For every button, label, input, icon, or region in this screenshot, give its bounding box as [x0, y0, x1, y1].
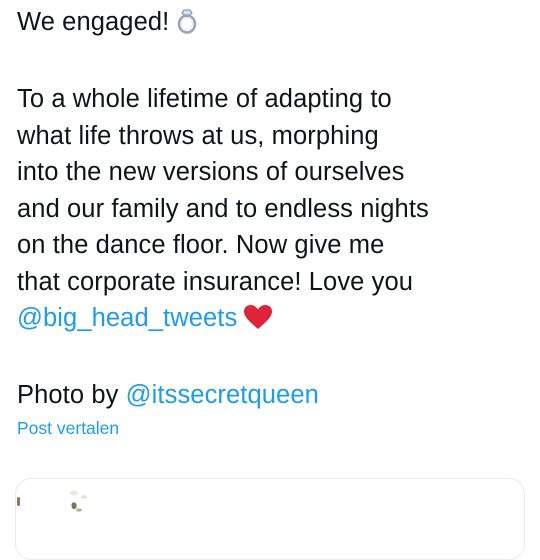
mention-photographer-link[interactable]: @itssecretqueen	[126, 381, 319, 409]
mention-partner-link[interactable]: @big_head_tweets	[17, 304, 237, 332]
tweet-line-1: We engaged!	[17, 4, 527, 45]
tweet-body-line: To a whole lifetime of adapting to	[17, 85, 392, 113]
tweet-body-line: and our family and to endless nights	[17, 194, 429, 223]
tweet: We engaged! To a whole lifetime of adapt…	[17, 4, 527, 414]
red-heart-icon	[243, 304, 273, 341]
tweet-mention-line: @big_head_tweets	[17, 300, 527, 341]
photo-credit-prefix: Photo by	[17, 381, 119, 409]
media-edge-detail-icon	[16, 495, 22, 513]
tweet-body-line: into the new versions of ourselves	[17, 158, 405, 186]
media-thumbnail-detail-icon	[64, 485, 100, 520]
tweet-text: We engaged! To a whole lifetime of adapt…	[17, 4, 527, 414]
tweet-body-line: that corporate insurance! Love you	[17, 267, 414, 296]
media-card[interactable]	[15, 478, 525, 560]
tweet-body-line: what life throws at us, morphing	[17, 121, 379, 150]
photo-credit-line: Photo by @itssecretqueen	[17, 377, 527, 414]
translate-post-link[interactable]: Post vertalen	[17, 418, 119, 439]
tweet-body-line: on the dance floor. Now give me	[17, 231, 385, 259]
tweet-opening: We engaged!	[17, 8, 170, 36]
ring-icon	[175, 8, 199, 45]
